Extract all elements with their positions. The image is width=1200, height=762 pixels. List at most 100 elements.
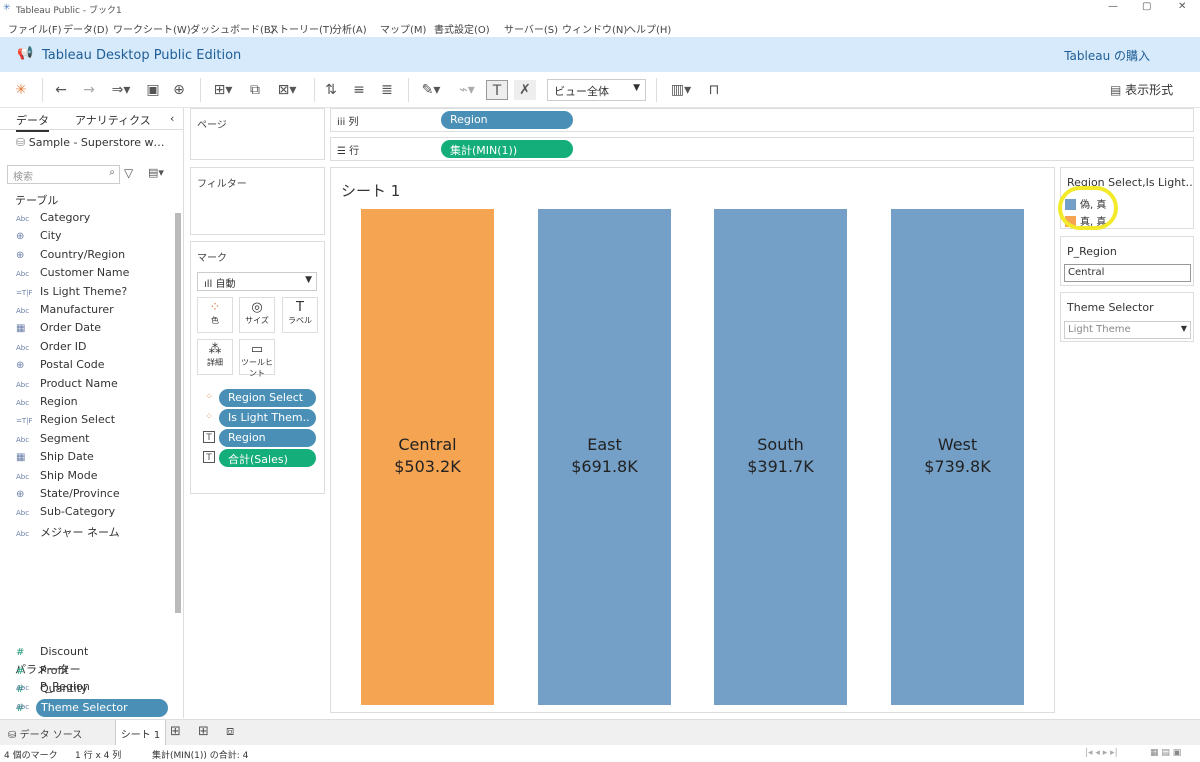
field-category[interactable]: Abc Category (16, 211, 168, 229)
size-button[interactable]: ◎ サイズ (239, 297, 275, 333)
tooltip-icon: ▭ (250, 342, 264, 357)
minimize-icon[interactable]: — (1108, 1, 1118, 12)
param-p-region[interactable]: Abc P_Region (16, 680, 168, 698)
new-worksheet-icon[interactable]: ⊞ (170, 724, 181, 739)
swap-icon[interactable]: ⇒▾ (106, 80, 136, 100)
filters-shelf[interactable]: フィルター (190, 167, 325, 235)
color-button[interactable]: ⁘ 色 (197, 297, 233, 333)
view-mode-icons[interactable]: ▦ ▤ ▣ (1150, 748, 1181, 758)
bar-east[interactable]: East $691.8K (538, 209, 671, 705)
menu-help[interactable]: ヘルプ(H) (626, 21, 671, 36)
field-sub-category[interactable]: Abc Sub-Category (16, 505, 168, 523)
columns-pill-region[interactable]: Region (441, 111, 573, 129)
tooltip-button[interactable]: ▭ ツールヒント (239, 339, 275, 378)
new-worksheet-icon[interactable]: ⊞▾ (208, 80, 238, 100)
field-region-select[interactable]: =T|F Region Select (16, 413, 168, 431)
field--[interactable]: Abc メジャー ネーム (16, 524, 168, 542)
bar-west[interactable]: West $739.8K (891, 209, 1024, 705)
search-input[interactable]: 検索 ⌕ (7, 165, 120, 184)
rows-shelf[interactable]: ☰ 行 集計(MIN(1)) (330, 137, 1194, 161)
field-is-light-theme-[interactable]: =T|F Is Light Theme? (16, 285, 168, 303)
label-icon: T (296, 300, 304, 315)
field-country-region[interactable]: ⊕ Country/Region (16, 248, 168, 266)
close-icon[interactable]: ✕ (1178, 1, 1186, 12)
field-city[interactable]: ⊕ City (16, 229, 168, 247)
new-datasource-icon[interactable]: ⊕ (168, 80, 190, 100)
field-order-date[interactable]: ▦ Order Date (16, 321, 168, 339)
data-pane-scrollbar[interactable] (175, 213, 181, 613)
show-me-button[interactable]: ▤ 表示形式 (1110, 81, 1173, 98)
mark-type-select[interactable]: ıll 自動 ▼ (197, 272, 317, 291)
menu-server[interactable]: サーバー(S) (504, 21, 558, 36)
menu-data[interactable]: データ(D) (63, 21, 109, 36)
show-labels-icon[interactable]: T (486, 80, 508, 100)
menu-worksheet[interactable]: ワークシート(W) (113, 21, 191, 36)
pages-shelf[interactable]: ページ (190, 108, 325, 160)
field-product-name[interactable]: Abc Product Name (16, 377, 168, 395)
marks-pill-region[interactable]: Region (219, 429, 316, 447)
menu-window[interactable]: ウィンドウ(N) (562, 21, 627, 36)
marks-pill-is-light-theme[interactable]: Is Light Them.. (219, 409, 316, 427)
menu-map[interactable]: マップ(M) (380, 21, 426, 36)
theme-selector-select[interactable]: Light Theme ▼ (1064, 321, 1191, 339)
bar-central[interactable]: Central $503.2K (361, 209, 494, 705)
view-list-icon[interactable]: ▤▾ (148, 166, 164, 179)
columns-shelf[interactable]: iii 列 Region (330, 108, 1194, 132)
group-icon[interactable]: ⌁▾ (452, 80, 482, 100)
swap-rows-columns-icon[interactable]: ⇅ (320, 80, 342, 100)
sort-ascending-icon[interactable]: ≡ (348, 80, 370, 100)
maximize-icon[interactable]: ▢ (1142, 1, 1151, 12)
field-segment[interactable]: Abc Segment (16, 432, 168, 450)
tableau-home-icon[interactable]: ✳ (10, 80, 32, 100)
nav-arrows-icon[interactable]: |◂ ◂ ▸ ▸| (1085, 748, 1118, 758)
datasource-row[interactable]: ⛁ Sample - Superstore w… (16, 136, 164, 149)
marks-pill-region-select[interactable]: Region Select (219, 389, 316, 407)
presentation-mode-icon[interactable]: ⊓ (703, 80, 725, 100)
datasource-tab[interactable]: ⛁ データ ソース (8, 726, 82, 741)
menu-analysis[interactable]: 分析(A) (332, 21, 367, 36)
measure-1[interactable]: # Profit (16, 664, 168, 682)
undo-icon[interactable]: ← (50, 80, 72, 100)
bar-label: East $691.8K (538, 434, 671, 478)
redo-icon[interactable]: → (78, 80, 100, 100)
view-size-select[interactable]: ビュー全体 ▼ (547, 79, 646, 101)
marks-pill-sum-sales[interactable]: 合計(Sales) (219, 449, 316, 467)
menu-file[interactable]: ファイル(F) (8, 21, 62, 36)
field-ship-date[interactable]: ▦ Ship Date (16, 450, 168, 468)
field-order-id[interactable]: Abc Order ID (16, 340, 168, 358)
detail-button[interactable]: ⁂ 詳細 (197, 339, 233, 375)
collapse-icon[interactable]: ‹ (170, 112, 174, 125)
p-region-title: P_Region (1067, 245, 1117, 258)
menu-format[interactable]: 書式設定(O) (434, 21, 490, 36)
fix-axes-icon[interactable]: ✗ (514, 80, 536, 100)
field-state-province[interactable]: ⊕ State/Province (16, 487, 168, 505)
rows-pill-min1[interactable]: 集計(MIN(1)) (441, 140, 573, 158)
clear-sheet-icon[interactable]: ⊠▾ (272, 80, 302, 100)
buy-tableau-link[interactable]: Tableau の購入 (1064, 47, 1150, 64)
label-button[interactable]: T ラベル (282, 297, 318, 333)
field-region[interactable]: Abc Region (16, 395, 168, 413)
tab-analytics[interactable]: アナリティクス (75, 112, 151, 128)
highlight-icon[interactable]: ✎▾ (416, 80, 446, 100)
sort-descending-icon[interactable]: ≣ (376, 80, 398, 100)
field-customer-name[interactable]: Abc Customer Name (16, 266, 168, 284)
sheet-tab[interactable]: シート 1 (115, 720, 166, 746)
save-icon[interactable]: ▣ (142, 80, 164, 100)
menu-story[interactable]: ストーリー(T) (269, 21, 333, 36)
measure-0[interactable]: # Discount (16, 645, 168, 663)
p-region-input[interactable]: Central (1064, 264, 1191, 282)
field-ship-mode[interactable]: Abc Ship Mode (16, 469, 168, 487)
menu-dashboard[interactable]: ダッシュボード(B) (190, 21, 275, 36)
tab-data[interactable]: データ (16, 112, 49, 132)
duplicate-sheet-icon[interactable]: ⧉ (244, 80, 266, 100)
new-story-icon[interactable]: ⧈ (226, 724, 234, 739)
filter-icon[interactable]: ▽ (124, 166, 133, 180)
show-cards-icon[interactable]: ▥▾ (666, 80, 696, 100)
bar-south[interactable]: South $391.7K (714, 209, 847, 705)
new-dashboard-icon[interactable]: ⊞ (198, 724, 209, 739)
param-theme-selector[interactable]: Abc Theme Selector (16, 698, 168, 717)
color-icon: ⁘ (205, 392, 213, 402)
field-postal-code[interactable]: ⊕ Postal Code (16, 358, 168, 376)
field-type-icon: Abc (16, 684, 30, 692)
field-manufacturer[interactable]: Abc Manufacturer (16, 303, 168, 321)
